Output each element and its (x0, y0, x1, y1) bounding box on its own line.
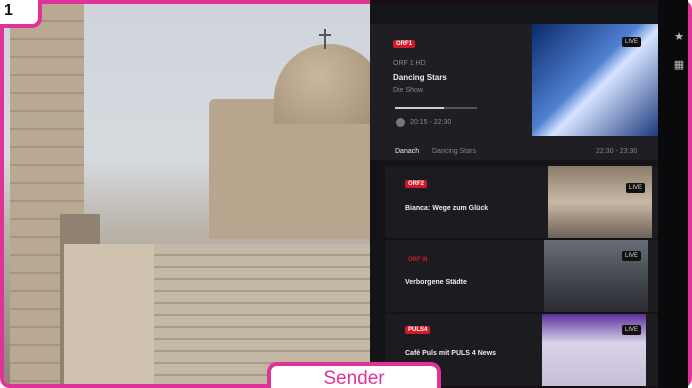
next-time: 22:30 - 23:30 (596, 148, 638, 155)
live-badge: LIVE (622, 325, 642, 335)
program-title: Café Puls mit PULS 4 News (405, 350, 497, 357)
grid-icon[interactable]: ▦ (672, 58, 686, 72)
live-badge: LIVE (622, 251, 642, 261)
channel-logo: ORF1 (393, 40, 416, 48)
next-title: Dancing Stars (432, 148, 476, 155)
dome-cross (319, 29, 331, 49)
star-icon[interactable]: ★ (672, 30, 686, 44)
program-title: Verborgene Städte (405, 279, 467, 286)
progress-fill (395, 107, 444, 109)
channel-logo: PULS4 (405, 326, 431, 334)
channel-logo: ORF III (408, 257, 428, 263)
program-subtitle: Die Show (393, 87, 423, 94)
channel-logo: ORF2 (405, 180, 428, 188)
play-icon[interactable] (396, 118, 405, 127)
program-time: 20:15 - 22:30 (410, 119, 452, 126)
live-badge: LIVE (622, 37, 642, 47)
next-label: Danach (395, 148, 420, 155)
annotation-number: 1 (0, 0, 42, 28)
channel-name: ORF 1 HD (393, 60, 426, 67)
channel-thumbnail (548, 166, 652, 238)
program-title: Dancing Stars (393, 73, 447, 82)
program-title: Bianca: Wege zum Glück (405, 205, 489, 212)
sender-label: Sender (267, 362, 441, 388)
live-badge: LIVE (626, 183, 646, 193)
